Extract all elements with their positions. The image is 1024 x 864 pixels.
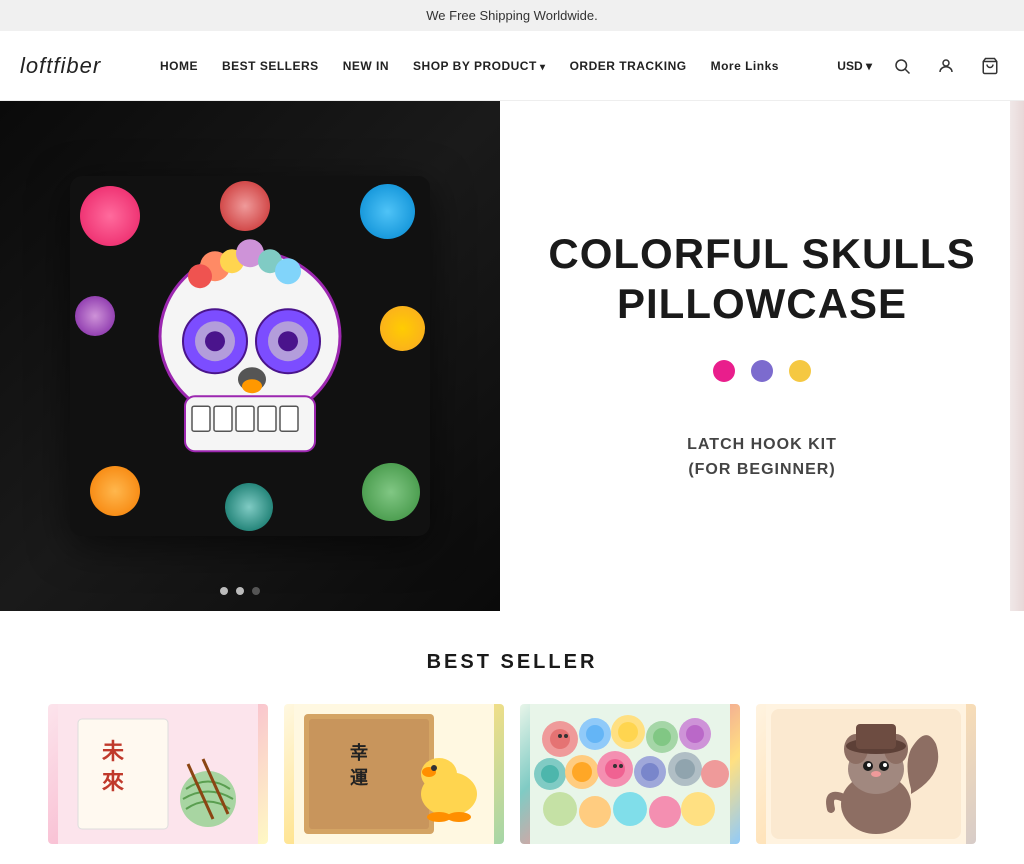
hero-section: COLORFUL SKULLS PILLOWCASE LATCH HOOK KI… <box>0 101 1024 611</box>
flower-top-right <box>360 184 415 239</box>
hero-image <box>0 101 500 611</box>
flower-bottom-right <box>362 463 420 521</box>
flower-bottom-left <box>90 466 140 516</box>
color-swatch-purple[interactable] <box>751 360 773 382</box>
nav-item-more-links[interactable]: More Links <box>711 59 779 73</box>
main-nav: HOME BEST SELLERS NEW IN SHOP BY PRODUCT… <box>160 59 837 73</box>
slide-indicator-2[interactable] <box>236 587 244 595</box>
nav-item-best-sellers[interactable]: BEST SELLERS <box>222 59 319 73</box>
product-card-1[interactable]: 未 來 <box>48 704 268 844</box>
svg-text:運: 運 <box>350 768 368 788</box>
flower-mid-left <box>75 296 115 336</box>
hero-next-slide-peek <box>1010 101 1024 611</box>
svg-text:未: 未 <box>102 739 124 764</box>
hero-title: COLORFUL SKULLS PILLOWCASE <box>548 229 975 330</box>
header-icons: USD ▾ <box>837 52 1004 80</box>
color-swatch-pink[interactable] <box>713 360 735 382</box>
color-swatches <box>713 360 811 382</box>
header: loftfiber HOME BEST SELLERS NEW IN SHOP … <box>0 31 1024 101</box>
best-seller-section: BEST SELLER 未 來 <box>0 611 1024 864</box>
nav-item-order-tracking[interactable]: ORDER TRACKING <box>570 59 687 73</box>
announcement-text: We Free Shipping Worldwide. <box>426 8 598 23</box>
hero-content: COLORFUL SKULLS PILLOWCASE LATCH HOOK KI… <box>500 101 1024 611</box>
hero-canvas <box>0 101 500 611</box>
flower-mid-right <box>380 306 425 351</box>
nav-item-shop-by-product[interactable]: SHOP BY PRODUCT <box>413 59 546 73</box>
flower-bottom-mid <box>225 483 273 531</box>
flower-top-left <box>80 186 140 246</box>
announcement-bar: We Free Shipping Worldwide. <box>0 0 1024 31</box>
flower-top-mid <box>220 181 270 231</box>
search-icon[interactable] <box>888 52 916 80</box>
product-card-4[interactable] <box>756 704 976 844</box>
color-swatch-yellow[interactable] <box>789 360 811 382</box>
slide-indicator-1[interactable] <box>220 587 228 595</box>
product-card-3[interactable] <box>520 704 740 844</box>
logo[interactable]: loftfiber <box>20 53 140 79</box>
svg-text:來: 來 <box>102 769 124 794</box>
pillow-image <box>70 176 430 536</box>
slide-indicator-3[interactable] <box>252 587 260 595</box>
nav-item-new-in[interactable]: NEW IN <box>343 59 389 73</box>
slide-indicators <box>220 587 260 595</box>
nav-item-home[interactable]: HOME <box>160 59 198 73</box>
svg-text:幸: 幸 <box>350 742 368 763</box>
account-icon[interactable] <box>932 52 960 80</box>
currency-selector[interactable]: USD ▾ <box>837 59 872 73</box>
cart-icon[interactable] <box>976 52 1004 80</box>
best-seller-title: BEST SELLER <box>20 651 1004 674</box>
hero-subtitle: LATCH HOOK KIT (FOR BEGINNER) <box>687 432 837 483</box>
product-grid: 未 來 <box>20 704 1004 844</box>
product-card-2[interactable]: 幸 運 <box>284 704 504 844</box>
